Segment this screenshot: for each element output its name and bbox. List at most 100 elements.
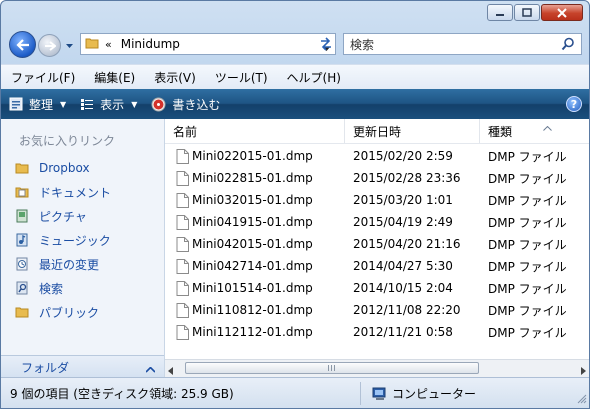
file-type: DMP ファイル [488,193,567,208]
music-icon [14,232,30,248]
scroll-left-icon[interactable] [168,364,174,377]
close-button[interactable] [541,4,583,21]
folders-toggle[interactable]: フォルダ [1,355,164,378]
table-row[interactable]: Mini110812-01.dmp 2012/11/08 22:20 DMP ファイ… [165,299,589,321]
search-box[interactable]: 検索 [343,33,582,55]
nav-item-public[interactable]: パブリック [14,301,99,323]
resize-grip-icon[interactable] [577,393,587,407]
refresh-icon [321,37,331,51]
table-row[interactable]: Mini042714-01.dmp 2014/04/27 5:30 DMP ファイル [165,255,589,277]
burn-button[interactable]: 書き込む [151,92,220,116]
file-type: DMP ファイル [488,325,567,340]
nav-item-pictures[interactable]: ピクチャ [14,205,87,227]
pictures-icon [14,208,30,224]
column-modified-header[interactable]: 更新日時 [345,119,480,143]
nav-item-dropbox[interactable]: Dropbox [14,157,90,179]
back-arrow-icon [15,38,29,51]
menu-help[interactable]: ヘルプ(H) [277,69,350,86]
file-type: DMP ファイル [488,171,567,186]
scrollbar-thumb[interactable] [185,362,479,374]
folder-icon [14,160,30,176]
file-name-cell[interactable]: Mini112112-01.dmp [165,321,345,343]
back-button[interactable] [9,31,36,58]
file-name-cell[interactable]: Mini042015-01.dmp [165,233,345,255]
table-row[interactable]: Mini042015-01.dmp 2015/04/20 21:16 DMP ファイ… [165,233,589,255]
maximize-icon [522,8,532,17]
organize-icon [9,97,23,111]
file-name-cell[interactable]: Mini110812-01.dmp [165,299,345,321]
nav-item-documents[interactable]: ドキュメント [14,181,111,203]
help-button[interactable]: ? [566,96,582,112]
menu-edit[interactable]: 編集(E) [84,69,144,86]
file-name-cell[interactable]: Mini022815-01.dmp [165,167,345,189]
nav-item-label: ミュージック [39,233,111,248]
file-icon [176,170,189,186]
column-type-header[interactable]: 種類 [480,119,589,143]
file-modified: 2015/02/28 23:36 [353,171,461,185]
file-list: 名前 更新日時 種類 Mini022015-01.dmp 2015/02/20 2… [165,119,589,377]
table-row[interactable]: Mini041915-01.dmp 2015/04/19 2:49 DMP ファイル [165,211,589,233]
file-name-cell[interactable]: Mini042714-01.dmp [165,255,345,277]
table-row[interactable]: Mini112112-01.dmp 2012/11/21 0:58 DMP ファイル [165,321,589,343]
horizontal-scrollbar[interactable] [165,359,589,377]
search-folder-icon [14,280,30,296]
nav-item-search[interactable]: 検索 [14,277,63,299]
favorite-links-title: お気に入りリンク [19,134,116,148]
nav-item-label: パブリック [39,305,100,320]
file-name: Mini042714-01.dmp [192,259,313,273]
chevron-down-icon [66,43,73,48]
documents-icon [14,184,30,200]
minimize-icon [496,13,504,16]
nav-item-music[interactable]: ミュージック [14,229,111,251]
file-name-cell[interactable]: Mini022015-01.dmp [165,145,345,167]
burn-disc-icon [151,97,166,112]
file-type: DMP ファイル [488,215,567,230]
organize-button[interactable]: 整理 ▼ [9,92,66,116]
file-modified: 2015/03/20 1:01 [353,193,453,207]
table-row[interactable]: Mini101514-01.dmp 2014/10/15 2:04 DMP ファイル [165,277,589,299]
file-name-cell[interactable]: Mini032015-01.dmp [165,189,345,211]
recent-pages-dropdown[interactable] [65,42,74,50]
file-modified: 2015/04/20 21:16 [353,237,461,251]
nav-item-recent-changes[interactable]: 最近の変更 [14,253,99,275]
column-name-header[interactable]: 名前 [165,119,345,143]
location-indicator: コンピューター [372,385,476,402]
address-path[interactable]: Minidump [121,37,180,51]
navigation-pane: お気に入りリンク Dropbox ドキュメント ピクチャ ミュージック 最近の変… [1,119,165,378]
minimize-button[interactable] [487,4,513,21]
scroll-right-icon[interactable] [580,364,586,377]
organize-label: 整理 [29,97,54,112]
status-bar: 9 個の項目 (空きディスク領域: 25.9 GB) コンピューター [1,377,589,408]
item-count: 9 個の項目 (空きディスク領域: 25.9 GB) [10,387,234,401]
table-row[interactable]: Mini022815-01.dmp 2015/02/28 23:36 DMP ファイ… [165,167,589,189]
search-input[interactable]: 検索 [350,36,374,53]
table-row[interactable]: Mini022015-01.dmp 2015/02/20 2:59 DMP ファイル [165,145,589,167]
menu-view[interactable]: 表示(V) [144,69,205,86]
path-overflow-chevron[interactable]: « [105,38,112,51]
table-row[interactable]: Mini032015-01.dmp 2015/03/20 1:01 DMP ファイル [165,189,589,211]
menu-tools[interactable]: ツール(T) [205,69,277,86]
file-modified: 2014/04/27 5:30 [353,259,453,273]
forward-button[interactable] [38,34,61,57]
search-icon[interactable] [561,37,575,54]
navigation-bar: « Minidump 検索 [1,28,589,62]
file-modified: 2015/02/20 2:59 [353,149,453,163]
menu-file[interactable]: ファイル(F) [1,69,84,86]
file-name: Mini041915-01.dmp [192,215,313,229]
forward-arrow-icon [44,40,56,51]
file-type: DMP ファイル [488,281,567,296]
views-button[interactable]: 表示 ▼ [80,92,137,116]
file-name-cell[interactable]: Mini101514-01.dmp [165,277,345,299]
file-icon [176,192,189,208]
file-name: Mini112112-01.dmp [192,325,313,339]
file-name-cell[interactable]: Mini041915-01.dmp [165,211,345,233]
refresh-button[interactable] [314,33,338,55]
organize-dropdown-icon: ▼ [60,99,67,109]
maximize-button[interactable] [514,4,540,21]
file-modified: 2014/10/15 2:04 [353,281,453,295]
file-icon [176,214,189,230]
nav-item-label: ドキュメント [39,185,112,200]
file-icon [176,280,189,296]
address-bar[interactable]: « Minidump [80,33,336,55]
file-name: Mini110812-01.dmp [192,303,313,317]
